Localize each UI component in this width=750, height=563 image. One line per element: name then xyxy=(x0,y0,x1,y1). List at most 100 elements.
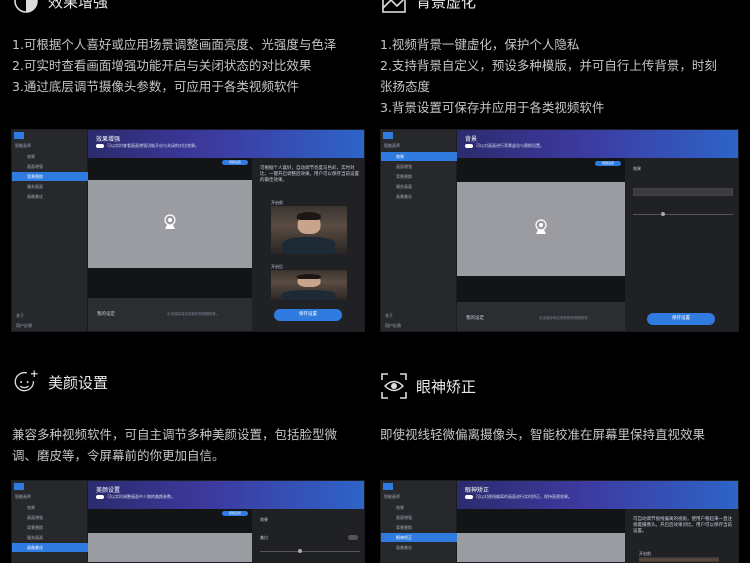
sidebar-item[interactable]: 画像美化 xyxy=(381,192,457,201)
sidebar-item-active[interactable]: 画像美化 xyxy=(12,543,88,552)
desc-line: 调、磨皮等，令屏幕前的你更加自信。 xyxy=(12,448,225,463)
preview-bottom-strip xyxy=(88,268,252,298)
sidebar-item-active[interactable]: 眼神矫正 xyxy=(381,533,457,542)
feature-title: 背景虚化 xyxy=(416,0,477,11)
sidebar-item[interactable]: 画像美化 xyxy=(12,192,88,201)
screen-title: 美颜设置 xyxy=(96,487,121,494)
eye-icon xyxy=(380,372,408,400)
my-settings-label: 我的设定 xyxy=(97,312,115,317)
camera-icon xyxy=(532,218,550,240)
preview-top-strip xyxy=(457,509,625,533)
app-logo xyxy=(383,132,393,139)
after-photo xyxy=(271,270,347,300)
side-panel: 可自动调节视线偏离的视角，使用户看起来一直注视着摄像头。开启后效果对比，用户可以… xyxy=(625,509,738,562)
user-name[interactable]: 智能画师 xyxy=(384,143,400,149)
feature-toggle[interactable] xyxy=(465,144,473,148)
effect-slider[interactable] xyxy=(633,214,733,215)
effect-label: 效果 xyxy=(260,517,268,522)
panel-text: 可自动调节视线偏离的视角，使用户看起来一直注视着摄像头。开启后效果对比，用户可以… xyxy=(633,517,732,534)
app-logo xyxy=(383,483,393,490)
user-name[interactable]: 智能画师 xyxy=(384,494,400,500)
footer-hint: 点击保存将应用到所有视频软件。 xyxy=(539,316,592,320)
feedback-link[interactable]: 用户反馈 xyxy=(385,323,401,329)
desc-line: 兼容多种视频软件，可自主调节多种美颜设置，包括脸型微 xyxy=(12,427,338,442)
desc-line: 即使视线轻微偏离摄像头，智能校准在屏幕里保持直视效果 xyxy=(380,427,706,442)
feature-toggle[interactable] xyxy=(465,495,473,499)
camera-preview xyxy=(88,533,252,562)
feature-toggle[interactable] xyxy=(96,495,104,499)
screen-header: 效果增强 可以实时查看画面增强功能开启与关闭的对比效果。 xyxy=(88,130,364,158)
app-window-background: 智能画师 效果 画面增强 背景替换 服务画面 画像美化 关于 用户反馈 背景 可… xyxy=(380,129,739,332)
feedback-link[interactable]: 用户反馈 xyxy=(16,323,32,329)
badge[interactable]: 视频设置 xyxy=(222,160,248,165)
desc-line: 3.背景设置可保存并应用于各类视频软件 xyxy=(380,100,605,115)
smile-plus-icon xyxy=(12,368,40,396)
sidebar: 智能画师 效果 画面增强 背景替换 服务画面 画像美化 关于 用户反馈 xyxy=(381,130,457,331)
header-text: 可以对视线偏离的画面进行实时矫正，保持直视效果。 xyxy=(476,494,572,499)
app-logo xyxy=(14,483,24,490)
sidebar-item[interactable]: 画面增强 xyxy=(381,162,457,171)
sidebar-item-active[interactable]: 效果 xyxy=(381,152,457,161)
save-button[interactable]: 保存设置 xyxy=(274,309,342,321)
feature-title: 效果增强 xyxy=(48,0,109,11)
user-name[interactable]: 智能画师 xyxy=(15,494,31,500)
feature-header-eye: 眼神矫正 xyxy=(380,372,476,400)
side-panel: 效果 保存设置 xyxy=(625,158,738,331)
app-window-enhance: 智能画师 效果 画面增强 背景替换 服务画面 画像美化 关于 用户反馈 效果增强… xyxy=(11,129,365,332)
side-panel: 效果 美白 xyxy=(252,509,364,562)
contrast-icon xyxy=(12,0,40,15)
badge[interactable]: 视频设置 xyxy=(595,161,621,166)
sidebar-item[interactable]: 背景替换 xyxy=(381,172,457,181)
sidebar-item[interactable]: 效果 xyxy=(12,503,88,512)
user-name[interactable]: 智能画师 xyxy=(15,143,31,149)
sidebar-item[interactable]: 效果 xyxy=(381,503,457,512)
sidebar-item[interactable]: 背景替换 xyxy=(381,523,457,532)
camera-preview xyxy=(457,182,625,276)
header-text: 可以实时调整画面中人物的美颜参数。 xyxy=(107,494,175,499)
sidebar-item-active[interactable]: 背景替换 xyxy=(12,172,88,181)
feature-header-beauty: 美颜设置 xyxy=(12,368,108,396)
sidebar: 智能画师 效果 画面增强 背景替换 服务画面 画像美化 关于 用户反馈 xyxy=(12,130,88,331)
sidebar-item[interactable]: 画像美化 xyxy=(381,543,457,552)
desc-line: 2.可实时查看画面增强功能开启与关闭状态的对比效果 xyxy=(12,58,312,73)
about-link[interactable]: 关于 xyxy=(16,313,24,319)
preview-bottom-strip xyxy=(457,276,625,302)
feature-desc-beauty: 兼容多种视频软件，可自主调节多种美颜设置，包括脸型微 调、磨皮等，令屏幕前的你更… xyxy=(12,424,362,466)
about-link[interactable]: 关于 xyxy=(385,313,393,319)
feature-toggle[interactable] xyxy=(96,144,104,148)
sidebar-item[interactable]: 画面增强 xyxy=(381,513,457,522)
screen-header: 背景 可以对画面进行背景虚化与替换设置。 xyxy=(457,130,738,158)
camera-icon xyxy=(161,213,179,235)
sidebar-item[interactable]: 画面增强 xyxy=(12,162,88,171)
save-button[interactable]: 保存设置 xyxy=(647,313,715,325)
sidebar-item[interactable]: 服务画面 xyxy=(12,182,88,191)
slider-handle[interactable] xyxy=(298,549,302,553)
background-icon xyxy=(380,0,408,15)
sidebar-item[interactable]: 服务画面 xyxy=(12,533,88,542)
slider-handle[interactable] xyxy=(661,212,665,216)
effect-select[interactable] xyxy=(633,188,733,196)
screen-header: 眼神矫正 可以对视线偏离的画面进行实时矫正，保持直视效果。 xyxy=(457,481,738,509)
before-photo xyxy=(639,557,719,562)
feature-desc-eye: 即使视线轻微偏离摄像头，智能校准在屏幕里保持直视效果 xyxy=(380,424,742,445)
sidebar-item[interactable]: 效果 xyxy=(12,152,88,161)
footer-hint: 点击保存将应用到所有视频软件。 xyxy=(167,312,220,316)
sidebar-item[interactable]: 服务画面 xyxy=(381,182,457,191)
desc-line: 1.可根据个人喜好或应用场景调整画面亮度、光强度与色泽 xyxy=(12,37,337,52)
effect-label: 效果 xyxy=(633,166,641,171)
beauty-slider[interactable] xyxy=(260,551,360,552)
desc-line: 1.视频背景一键虚化，保护个人隐私 xyxy=(380,37,580,52)
app-window-eye: 智能画师 效果 画面增强 背景替换 眼神矫正 画像美化 眼神矫正 可以对视线偏离… xyxy=(380,480,739,563)
feature-desc-background: 1.视频背景一键虚化，保护个人隐私 2.支持背景自定义，预设多种模版，并可自行上… xyxy=(380,34,742,118)
brightness-label: 美白 xyxy=(260,535,268,540)
badge[interactable]: 视频设置 xyxy=(222,511,248,516)
sidebar-item[interactable]: 背景替换 xyxy=(12,523,88,532)
header-text: 可以实时查看画面增强功能开启与关闭的对比效果。 xyxy=(107,143,199,148)
feature-title: 眼神矫正 xyxy=(416,377,477,396)
beauty-toggle[interactable] xyxy=(348,535,358,540)
camera-preview xyxy=(88,180,252,268)
sidebar-item[interactable]: 画面增强 xyxy=(12,513,88,522)
screen-header: 美颜设置 可以实时调整画面中人物的美颜参数。 xyxy=(88,481,364,509)
my-settings-label: 我的设定 xyxy=(466,316,484,321)
feature-title: 美颜设置 xyxy=(48,373,109,392)
